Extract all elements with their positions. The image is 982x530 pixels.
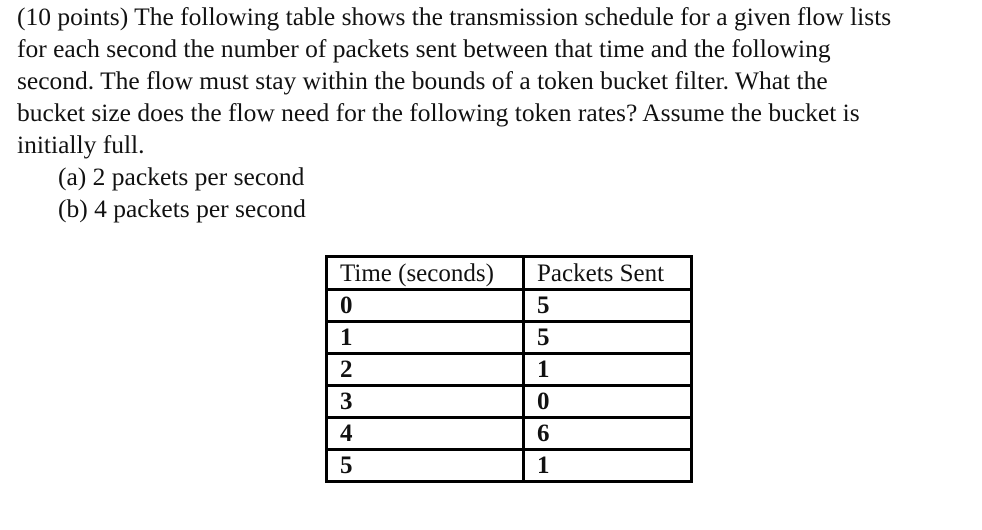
packets-cell: 1 (522, 448, 693, 483)
option-a: (a) 2 packets per second (58, 162, 305, 191)
time-cell: 1 (325, 320, 525, 355)
time-cell: 5 (325, 448, 525, 483)
header-time: Time (seconds) (325, 255, 525, 291)
table-row: 5 1 (325, 448, 693, 483)
packets-cell: 5 (522, 288, 693, 323)
time-cell: 0 (325, 288, 525, 323)
option-b: (b) 4 packets per second (58, 194, 306, 223)
question-line: initially full. (17, 130, 145, 159)
answer-options: (a) 2 packets per second (b) 4 packets p… (58, 161, 306, 225)
question-line: second. The flow must stay within the bo… (17, 66, 828, 95)
transmission-schedule-table: Time (seconds) Packets Sent 0 5 1 5 2 1 … (325, 255, 693, 483)
table-row: 1 5 (325, 320, 693, 355)
packets-cell: 5 (522, 320, 693, 355)
packets-cell: 6 (522, 416, 693, 451)
question-text: (10 points) The following table shows th… (17, 1, 977, 161)
table-row: 3 0 (325, 384, 693, 419)
table-header-row: Time (seconds) Packets Sent (325, 255, 693, 291)
packets-cell: 0 (522, 384, 693, 419)
time-cell: 2 (325, 352, 525, 387)
table-row: 4 6 (325, 416, 693, 451)
time-cell: 4 (325, 416, 525, 451)
question-line: bucket size does the flow need for the f… (17, 98, 860, 127)
table-row: 0 5 (325, 288, 693, 323)
time-cell: 3 (325, 384, 525, 419)
header-packets-sent: Packets Sent (522, 255, 693, 291)
question-line: (10 points) The following table shows th… (17, 2, 892, 31)
table-row: 2 1 (325, 352, 693, 387)
question-line: for each second the number of packets se… (17, 34, 831, 63)
packets-cell: 1 (522, 352, 693, 387)
